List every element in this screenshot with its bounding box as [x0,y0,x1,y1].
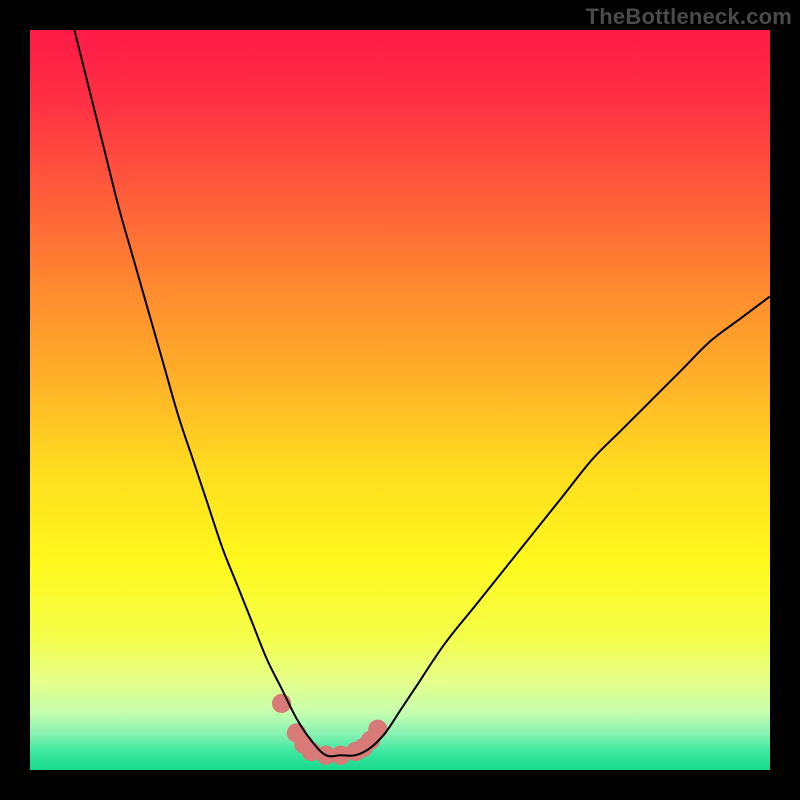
plot-area [30,30,770,770]
watermark-text: TheBottleneck.com [586,4,792,30]
gradient-background [30,30,770,770]
chart-svg [30,30,770,770]
valley-marker [368,720,387,739]
outer-frame: TheBottleneck.com [0,0,800,800]
